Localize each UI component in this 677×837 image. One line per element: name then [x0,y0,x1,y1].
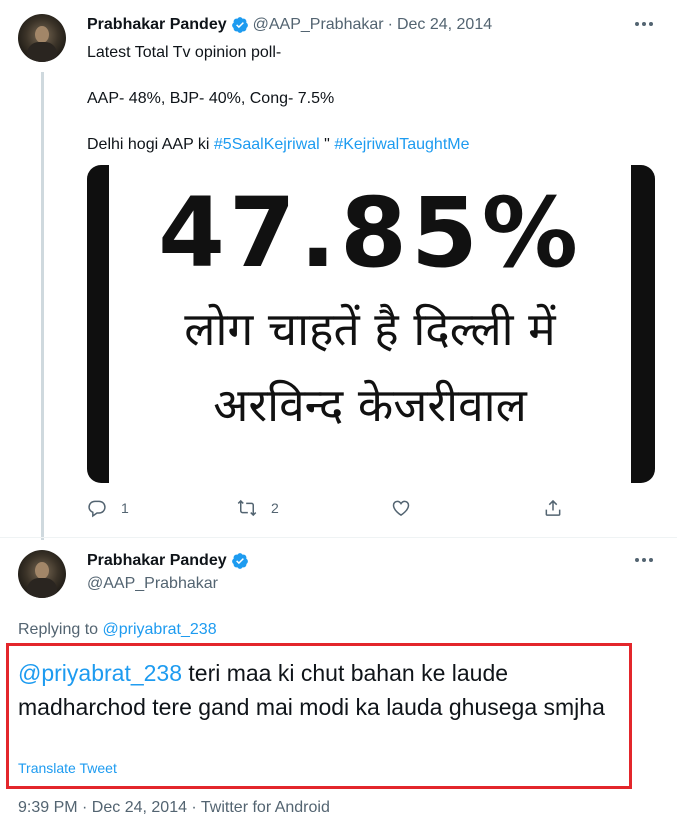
retweet-count: 2 [271,500,279,516]
separator-dot: · [387,16,393,33]
share-icon [545,499,561,516]
more-options-icon[interactable] [635,558,653,562]
image-caption-line: लोग चाहतें है दिल्ली में [184,302,556,356]
reply-tweet-text: @priyabrat_238 teri maa ki chut bahan ke… [18,656,618,724]
like-button[interactable] [391,498,411,518]
user-handle[interactable]: @AAP_Prabhakar [253,16,384,34]
thread-connector-line [41,72,44,540]
tweet-text-fragment: Delhi hogi AAP ki [87,136,214,153]
avatar[interactable] [18,14,66,62]
reply-count: 1 [121,500,129,516]
replying-to: Replying to @priyabrat_238 [18,621,217,639]
divider [0,537,677,538]
heart-icon [392,500,410,516]
translate-tweet-link[interactable]: Translate Tweet [18,760,117,776]
tweet-text: Latest Total Tv opinion poll- AAP- 48%, … [87,40,647,158]
retweet-icon [237,499,257,517]
image-caption-line: अरविन्द केजरीवाल [213,378,527,432]
verified-badge-icon [231,17,248,33]
retweet-button[interactable]: 2 [237,498,279,518]
replying-to-label: Replying to [18,621,103,638]
replying-to-link[interactable]: @priyabrat_238 [103,621,217,638]
reply-icon [88,500,106,518]
avatar[interactable] [18,550,66,598]
display-name[interactable]: Prabhakar Pandey [87,16,227,34]
hashtag-link[interactable]: #KejriwalTaughtMe [334,136,469,153]
tweet-header: Prabhakar Pandey @AAP_Prabhakar · Dec 24… [87,16,492,34]
hashtag-link[interactable]: #5SaalKejriwal [214,136,320,153]
tweet-text-line: Latest Total Tv opinion poll- [87,44,282,61]
tweet-date[interactable]: Dec 24, 2014 [397,16,492,34]
user-handle[interactable]: @AAP_Prabhakar [87,575,218,593]
tweet-meta: 9:39 PM · Dec 24, 2014 · Twitter for And… [18,799,330,816]
tweet-text-line: Delhi hogi AAP ki #5SaalKejriwal " #Kejr… [87,132,647,158]
tweet-text-line: AAP- 48%, BJP- 40%, Cong- 7.5% [87,90,335,107]
tweet-text-fragment: " [319,136,335,153]
tweet-header: Prabhakar Pandey [87,552,253,570]
mention-link[interactable]: @priyabrat_238 [18,660,182,686]
share-button[interactable] [543,498,563,518]
image-headline: 47.85% [158,177,582,289]
tweet-image[interactable]: 47.85% लोग चाहतें है दिल्ली में अरविन्द … [87,165,655,483]
reply-button[interactable]: 1 [87,498,129,518]
more-options-icon[interactable] [635,22,653,26]
display-name[interactable]: Prabhakar Pandey [87,552,227,570]
verified-badge-icon [231,553,248,569]
image-paper: 47.85% लोग चाहतें है दिल्ली में अरविन्द … [109,165,631,483]
